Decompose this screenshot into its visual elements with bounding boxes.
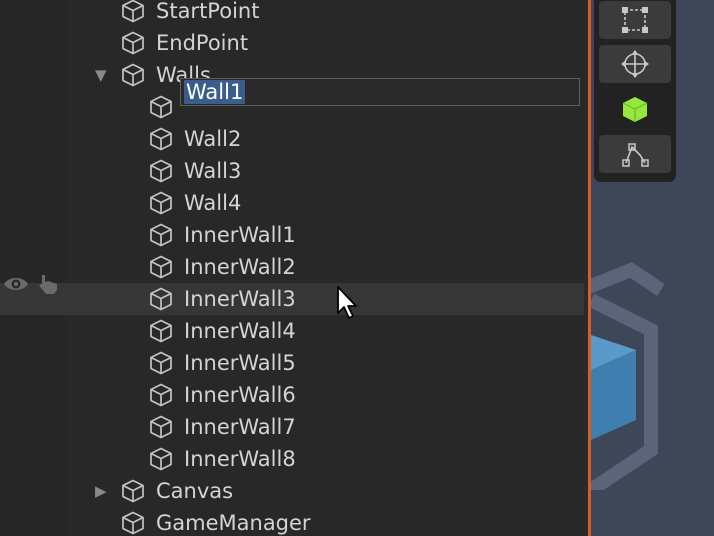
rect-tool-button[interactable] (599, 1, 671, 39)
hierarchy-item[interactable]: InnerWall6 (0, 379, 584, 411)
hierarchy-item[interactable]: Wall2 (0, 123, 584, 155)
scene-tools-toolbar (594, 0, 676, 182)
hierarchy-item[interactable]: Wall3 (0, 155, 584, 187)
hierarchy-item-label: InnerWall2 (184, 255, 296, 279)
hierarchy-item[interactable]: InnerWall1 (0, 219, 584, 251)
hierarchy-item-label: StartPoint (156, 0, 260, 23)
hierarchy-item-label: InnerWall8 (184, 447, 296, 471)
hierarchy-item-label: InnerWall7 (184, 415, 296, 439)
hierarchy-item-label: EndPoint (156, 31, 249, 55)
hierarchy-panel: StartPoint EndPoint ▼ Walls Wall2 Wall3 Wall4 I… (0, 0, 584, 536)
gameobject-cube-icon (148, 158, 174, 184)
transform-tool-button[interactable] (599, 45, 671, 83)
nodes-path-icon (622, 143, 649, 167)
mouse-cursor-icon (337, 286, 357, 319)
hierarchy-item[interactable]: GameManager (0, 507, 584, 536)
gameobject-cube-icon (148, 446, 174, 472)
gameobject-cube-icon (120, 478, 146, 504)
hierarchy-item-label: Wall2 (184, 127, 242, 151)
path-tool-button[interactable] (599, 135, 671, 173)
gameobject-cube-icon (148, 190, 174, 216)
collapse-arrow-icon[interactable]: ▶ (95, 475, 107, 507)
hierarchy-item[interactable]: InnerWall4 (0, 315, 584, 347)
gameobject-cube-icon (148, 126, 174, 152)
gameobject-cube-icon (120, 510, 146, 536)
hierarchy-item-label: InnerWall3 (184, 287, 296, 311)
hierarchy-item-label: Canvas (156, 479, 234, 503)
eye-icon[interactable] (2, 275, 30, 293)
hierarchy-item[interactable]: InnerWall2 (0, 251, 584, 283)
expand-arrow-icon[interactable]: ▼ (95, 59, 107, 91)
scene-cube-graphic-icon (591, 262, 665, 490)
gameobject-cube-icon (148, 94, 174, 120)
gameobject-cube-icon (120, 62, 146, 88)
gameobject-cube-icon (120, 0, 146, 24)
gameobject-cube-icon (148, 286, 174, 312)
hierarchy-item[interactable]: InnerWall7 (0, 411, 584, 443)
hierarchy-item-label: Wall4 (184, 191, 242, 215)
hierarchy-item[interactable]: InnerWall8 (0, 443, 584, 475)
hierarchy-item-label: InnerWall1 (184, 223, 296, 247)
hierarchy-item-label: InnerWall5 (184, 351, 296, 375)
hierarchy-item[interactable]: InnerWall5 (0, 347, 584, 379)
hierarchy-item-label: InnerWall6 (184, 383, 296, 407)
hierarchy-item[interactable]: EndPoint (0, 27, 584, 59)
gameobject-cube-icon (148, 254, 174, 280)
gameobject-cube-icon (148, 414, 174, 440)
hierarchy-item-label: InnerWall4 (184, 319, 296, 343)
gameobject-cube-icon (148, 318, 174, 344)
green-cube-icon (622, 97, 648, 122)
gameobject-cube-icon (148, 350, 174, 376)
rect-transform-icon (622, 7, 648, 33)
hierarchy-item[interactable]: ▶ Canvas (0, 475, 584, 507)
gameobject-cube-icon (148, 222, 174, 248)
gameobject-cube-icon (120, 30, 146, 56)
hierarchy-item-label: GameManager (156, 511, 311, 535)
custom-tool-button[interactable] (599, 90, 671, 128)
hierarchy-item[interactable]: InnerWall3 (0, 283, 584, 315)
hierarchy-item-label: Wall3 (184, 159, 242, 183)
move-rotate-scale-icon (621, 50, 649, 78)
hand-pointer-icon[interactable] (36, 273, 60, 295)
hierarchy-item[interactable]: Wall4 (0, 187, 584, 219)
scene-view[interactable] (591, 0, 714, 536)
rename-field-text[interactable]: Wall1 (184, 80, 246, 104)
hierarchy-item[interactable]: StartPoint (0, 0, 584, 27)
gameobject-cube-icon (148, 382, 174, 408)
